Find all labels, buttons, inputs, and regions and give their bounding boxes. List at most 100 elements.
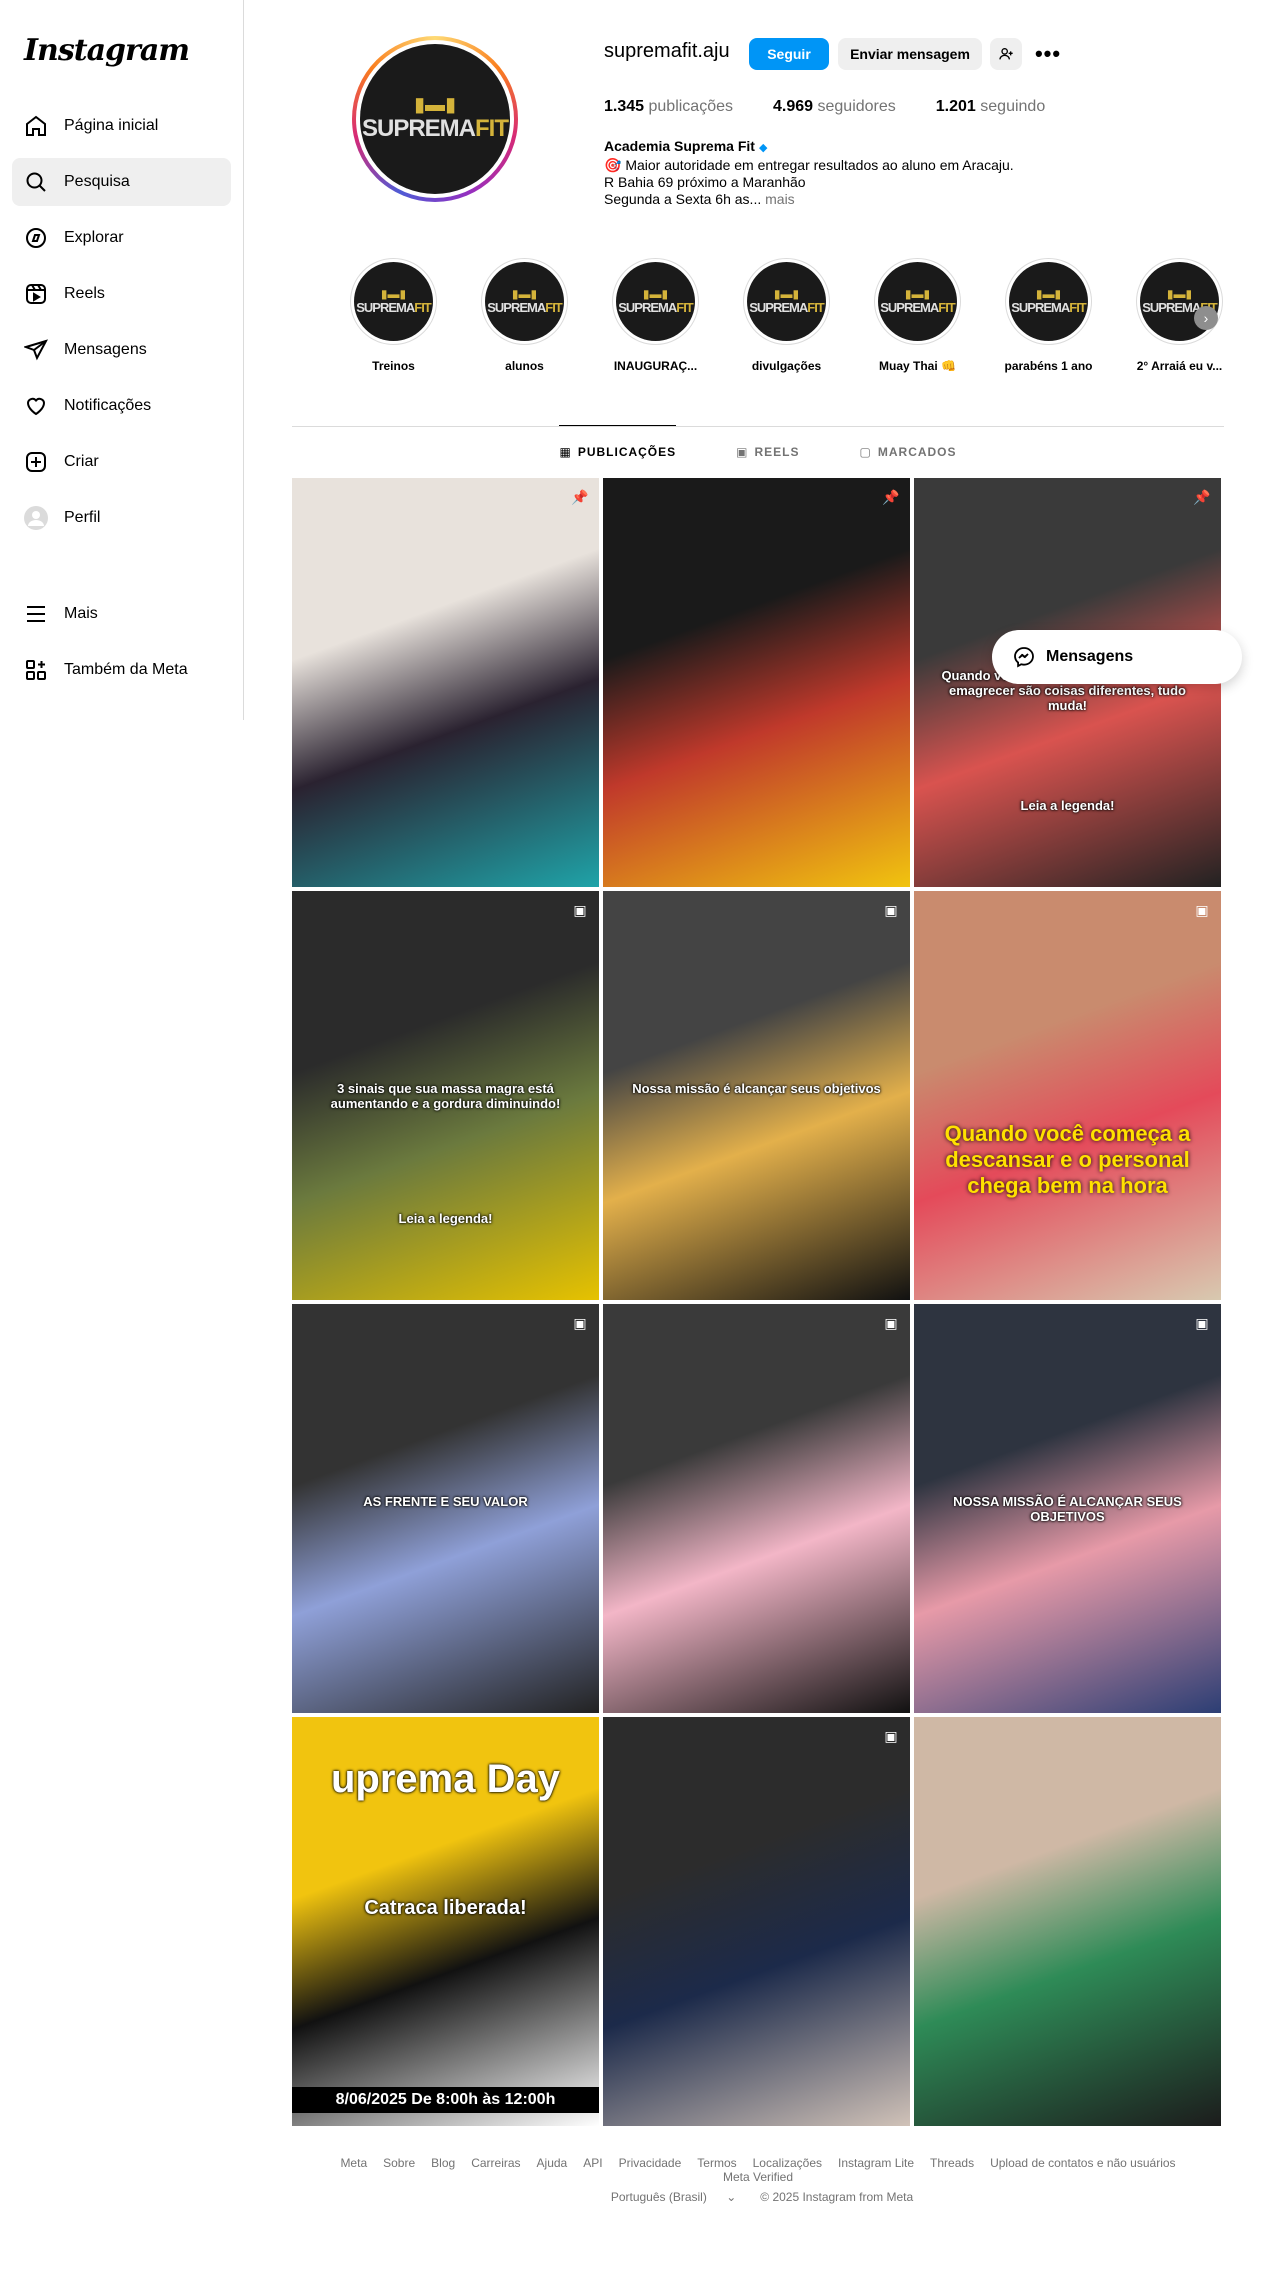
search-icon xyxy=(24,170,48,194)
post-thumbnail[interactable]: ▣ Nossa missão é alcançar seus objetivos xyxy=(603,891,910,1300)
post-thumbnail[interactable]: ▣ NOSSA MISSÃO É ALCANÇAR SEUS OBJETIVOS xyxy=(914,1304,1221,1713)
chevron-down-icon: ⌄ xyxy=(726,2190,737,2204)
footer-link[interactable]: Threads xyxy=(930,2156,974,2170)
highlight-cover: ▮▬▮ SUPREMAFIT xyxy=(1005,258,1092,345)
menu-icon xyxy=(24,602,48,626)
highlight-item[interactable]: ▮▬▮ SUPREMAFIT Treinos xyxy=(328,258,459,373)
reels-icon xyxy=(24,282,48,306)
followers-stat[interactable]: 4.969 seguidores xyxy=(773,98,896,116)
brand-word: SUPREMA xyxy=(618,300,677,315)
footer-link[interactable]: Instagram Lite xyxy=(838,2156,914,2170)
tagged-icon: ▢ xyxy=(859,444,872,459)
highlight-item[interactable]: ▮▬▮ SUPREMAFIT 2° Arraiá eu v... xyxy=(1114,258,1245,373)
highlight-label: Treinos xyxy=(372,359,415,373)
brand-word: SUPREMA xyxy=(749,300,808,315)
highlight-item[interactable]: ▮▬▮ SUPREMAFIT Muay Thai 👊 xyxy=(852,258,983,373)
sidebar-item-profile[interactable]: Perfil xyxy=(12,494,231,542)
reel-icon: ▣ xyxy=(884,1315,898,1331)
sidebar-item-label: Também da Meta xyxy=(64,661,188,678)
language-selector[interactable]: Português (Brasil) ⌄ xyxy=(603,2190,744,2204)
highlight-item[interactable]: ▮▬▮ SUPREMAFIT alunos xyxy=(459,258,590,373)
suggested-accounts-button[interactable] xyxy=(990,38,1022,70)
add-person-icon xyxy=(999,48,1013,60)
post-thumbnail[interactable]: ▣ Quando você começa a descansar e o pers… xyxy=(914,891,1221,1300)
post-caption-secondary: Catraca liberada! xyxy=(364,1897,527,1919)
post-thumbnail[interactable]: ▣ xyxy=(603,1304,910,1713)
post-caption: 3 sinais que sua massa magra está aument… xyxy=(330,1081,561,1111)
brand-text: SUPREMAFIT xyxy=(356,300,431,315)
reel-icon: ▣ xyxy=(884,902,898,918)
following-count: 1.201 xyxy=(935,98,976,115)
brand-text: SUPREMAFIT xyxy=(880,300,955,315)
instagram-logo[interactable]: Instagram xyxy=(12,30,231,72)
chevron-right-icon: › xyxy=(1203,310,1209,326)
sidebar-item-reels[interactable]: Reels xyxy=(12,270,231,318)
profile-avatar[interactable]: ▮▬▮ SUPREMAFIT xyxy=(352,36,518,202)
footer-link[interactable]: Localizações xyxy=(753,2156,822,2170)
following-label: seguindo xyxy=(980,98,1046,115)
tab-tagged[interactable]: ▢ MARCADOS xyxy=(860,425,957,477)
sidebar-item-also-from-meta[interactable]: Também da Meta xyxy=(12,646,231,694)
dumbbell-icon: ▮▬▮ xyxy=(773,287,800,301)
footer-link[interactable]: Termos xyxy=(697,2156,736,2170)
send-message-button[interactable]: Enviar mensagem xyxy=(838,38,982,70)
footer-link[interactable]: Carreiras xyxy=(471,2156,520,2170)
sidebar-item-home[interactable]: Página inicial xyxy=(12,102,231,150)
sidebar-item-notifications[interactable]: Notificações xyxy=(12,382,231,430)
brand-word-fit: FIT xyxy=(807,300,824,315)
post-thumbnail[interactable]: uprema Day Catraca liberada! 8/06/2025 De … xyxy=(292,1717,599,2126)
sidebar-item-create[interactable]: Criar xyxy=(12,438,231,486)
footer-link[interactable]: API xyxy=(583,2156,602,2170)
tab-posts[interactable]: ▦ PUBLICAÇÕES xyxy=(559,425,677,477)
highlight-label: divulgações xyxy=(751,359,822,373)
footer-link[interactable]: Upload de contatos e não usuários xyxy=(990,2156,1175,2170)
post-thumbnail[interactable]: 📌 xyxy=(603,478,910,887)
follow-button[interactable]: Seguir xyxy=(749,38,829,70)
brand-word: SUPREMA xyxy=(1142,300,1201,315)
brand-word-fit: FIT xyxy=(676,300,693,315)
bio-name: Academia Suprema Fit xyxy=(604,138,755,154)
dumbbell-icon: ▮▬▮ xyxy=(1035,287,1062,301)
footer-link[interactable]: Blog xyxy=(431,2156,455,2170)
reel-icon: ▣ xyxy=(1195,1315,1209,1331)
following-stat[interactable]: 1.201 seguindo xyxy=(936,98,1045,116)
tab-reels[interactable]: ▣ REELS xyxy=(736,425,799,477)
footer-link[interactable]: Ajuda xyxy=(537,2156,568,2170)
profile-tabs: ▦ PUBLICAÇÕES ▣ REELS ▢ MARCADOS xyxy=(292,425,1224,477)
sidebar: Instagram Página inicial Pesquisa Explor… xyxy=(0,0,244,720)
compass-icon xyxy=(24,226,48,250)
footer-link[interactable]: Meta Verified xyxy=(723,2170,793,2184)
post-thumbnail[interactable] xyxy=(914,1717,1221,2126)
sidebar-item-explore[interactable]: Explorar xyxy=(12,214,231,262)
highlight-item[interactable]: ▮▬▮ SUPREMAFIT parabéns 1 ano xyxy=(983,258,1114,373)
more-options-button[interactable]: ••• xyxy=(1032,38,1064,70)
post-thumbnail[interactable]: ▣ AS FRENTE E SEU VALOR xyxy=(292,1304,599,1713)
highlight-item[interactable]: ▮▬▮ SUPREMAFIT divulgações xyxy=(721,258,852,373)
plus-square-icon xyxy=(24,450,48,474)
bio-line-last: Segunda a Sexta 6h as... mais xyxy=(604,191,1014,208)
footer-link[interactable]: Privacidade xyxy=(619,2156,682,2170)
heart-icon xyxy=(24,394,48,418)
sidebar-item-more[interactable]: Mais xyxy=(12,590,231,638)
suprema-fit-logo: ▮▬▮ SUPREMAFIT xyxy=(485,262,564,341)
posts-label: publicações xyxy=(648,98,734,115)
post-caption: uprema Day xyxy=(331,1757,560,1801)
bio-line-text: Segunda a Sexta 6h as... xyxy=(604,191,762,207)
highlight-label: parabéns 1 ano xyxy=(1004,359,1093,373)
bio-name-line: Academia Suprema Fit ◆ xyxy=(604,138,1014,157)
post-thumbnail[interactable]: 📌 xyxy=(292,478,599,887)
highlights-next-button[interactable]: › xyxy=(1194,306,1218,330)
sidebar-item-search[interactable]: Pesquisa xyxy=(12,158,231,206)
post-caption: Nossa missão é alcançar seus objetivos xyxy=(632,1081,881,1096)
suprema-fit-logo: ▮▬▮ SUPREMAFIT xyxy=(360,44,510,194)
highlight-item[interactable]: ▮▬▮ SUPREMAFIT INAUGURAÇ... xyxy=(590,258,721,373)
footer-link[interactable]: Meta xyxy=(340,2156,367,2170)
floating-messages-button[interactable]: Mensagens xyxy=(992,630,1242,684)
tab-label: REELS xyxy=(754,444,800,459)
bio-more-link[interactable]: mais xyxy=(765,191,795,207)
post-thumbnail[interactable]: ▣ 3 sinais que sua massa magra está aumen… xyxy=(292,891,599,1300)
footer-link[interactable]: Sobre xyxy=(383,2156,415,2170)
sidebar-item-messages[interactable]: Mensagens xyxy=(12,326,231,374)
sidebar-item-label: Perfil xyxy=(64,509,101,526)
post-thumbnail[interactable]: ▣ xyxy=(603,1717,910,2126)
